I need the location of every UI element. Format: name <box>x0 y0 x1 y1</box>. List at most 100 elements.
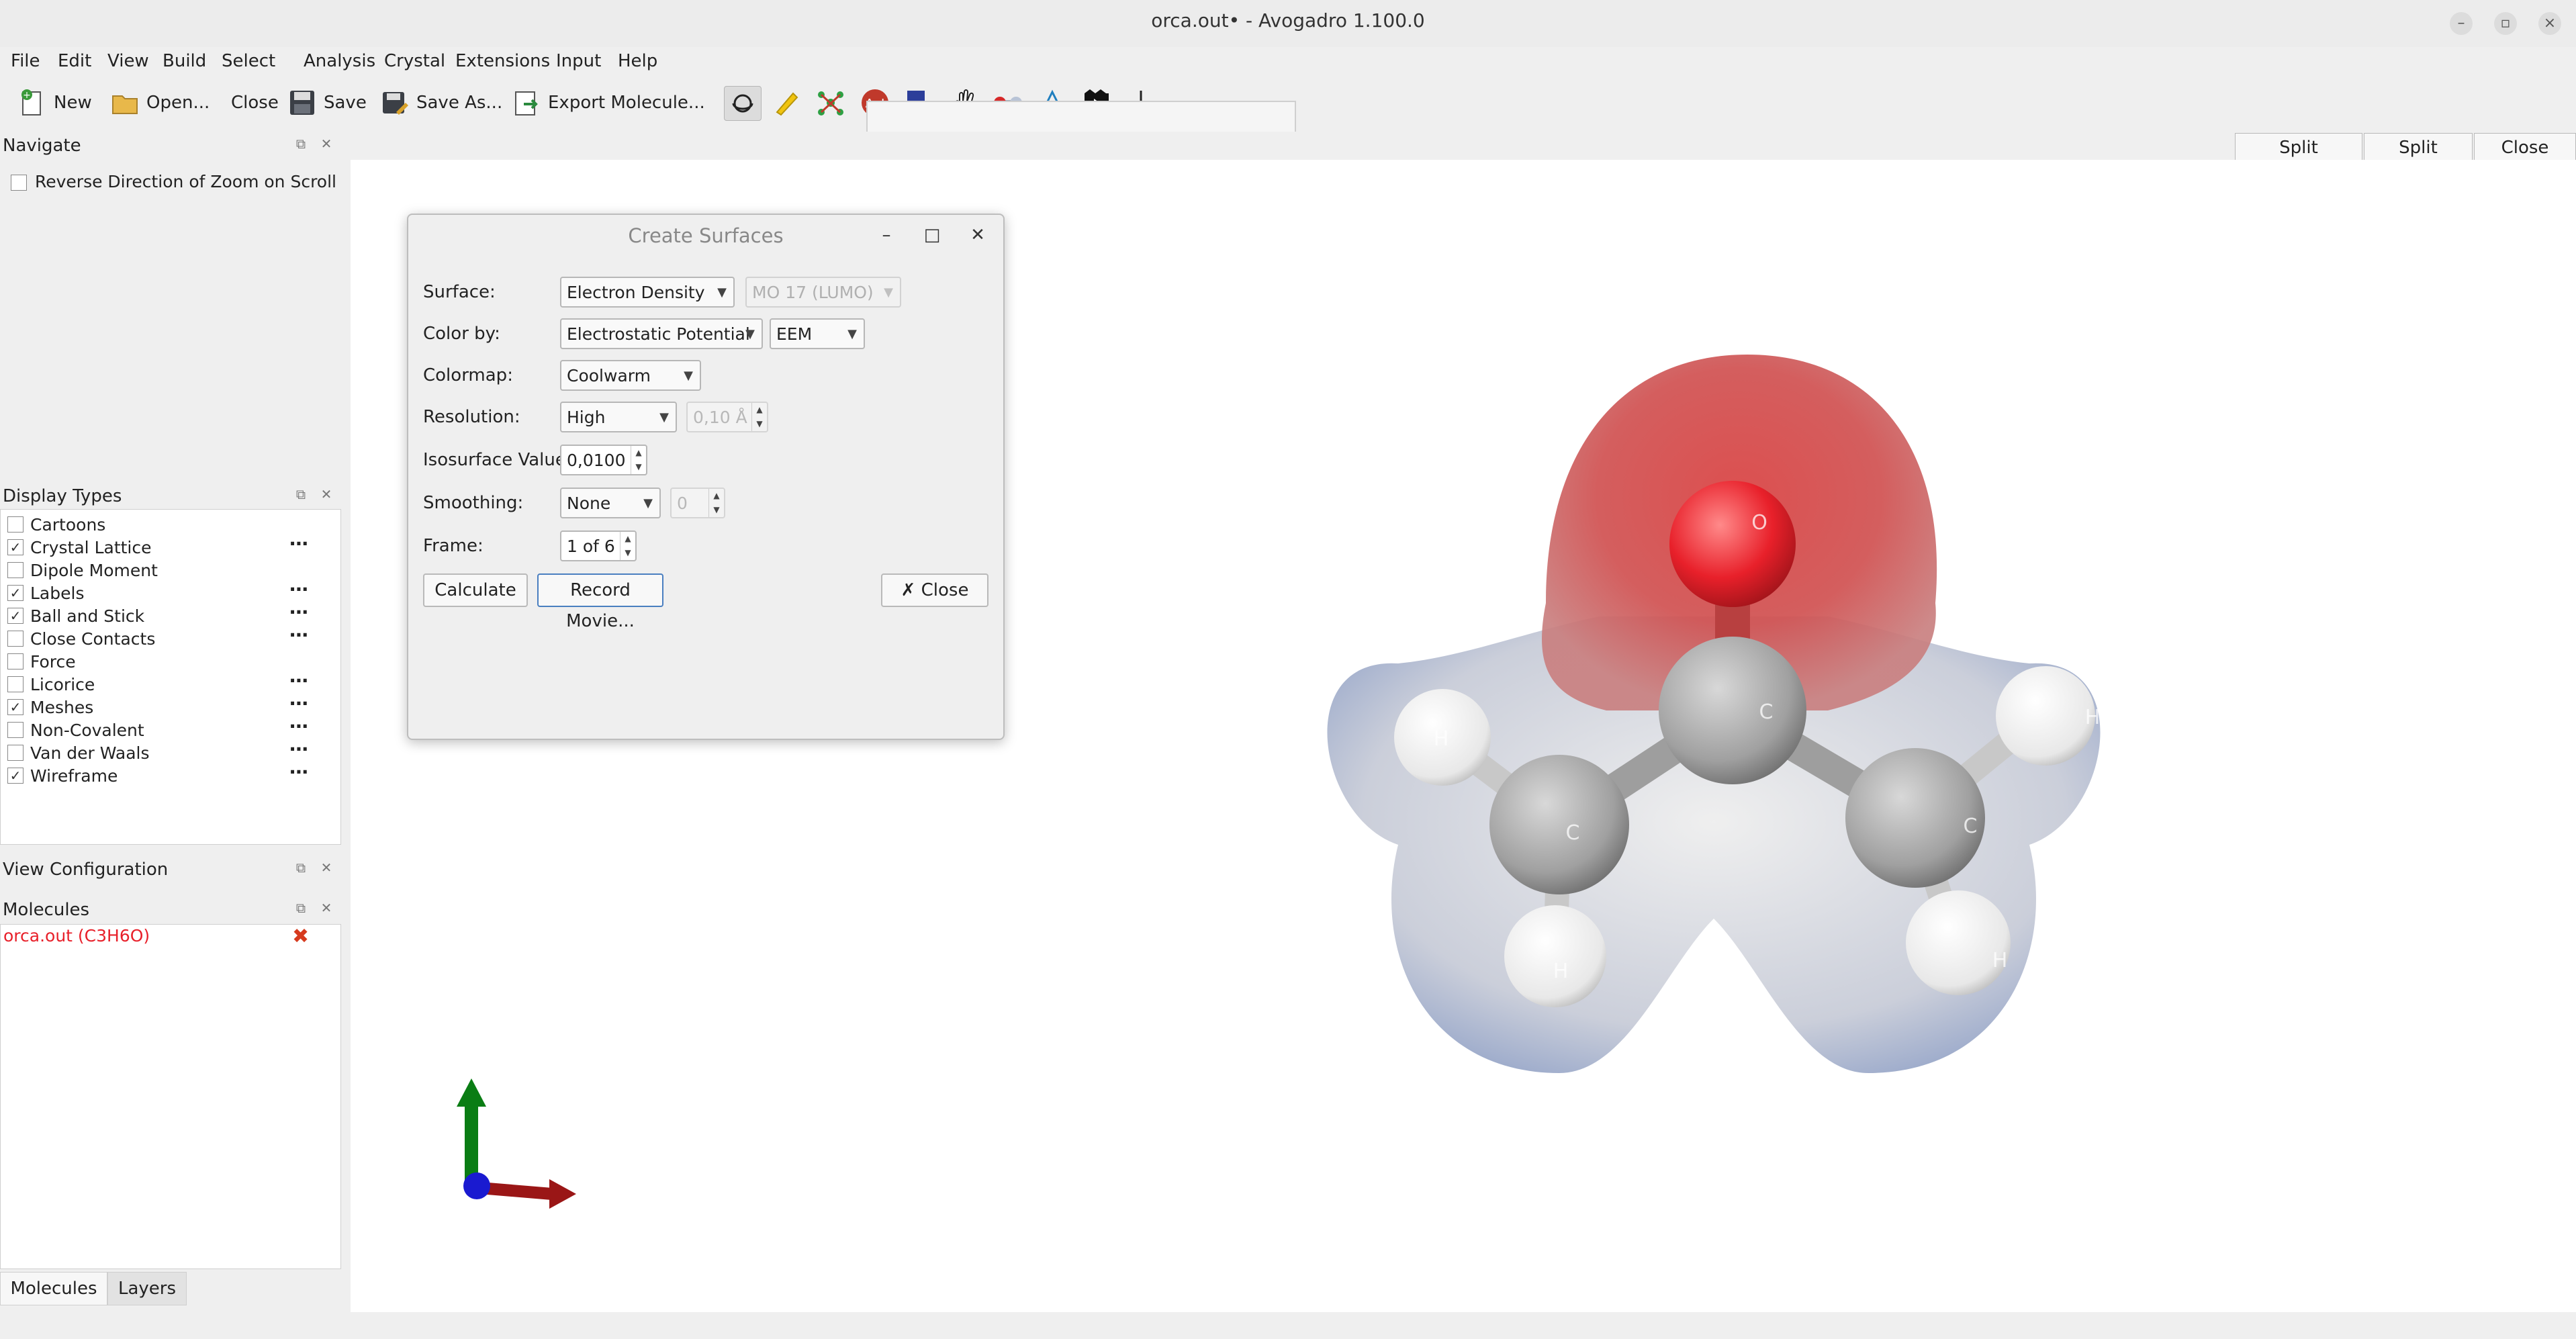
menu-view[interactable]: View <box>107 51 149 71</box>
open-button[interactable]: Open... <box>110 85 210 121</box>
molecules-header: Molecules ⧉ ✕ <box>0 896 341 923</box>
menu-analysis[interactable]: Analysis <box>304 51 375 71</box>
color-by-select[interactable]: Electrostatic Potential ▼ <box>560 318 763 349</box>
settings-icon[interactable]: ⋯ <box>289 601 309 623</box>
menu-input[interactable]: Input <box>556 51 601 71</box>
display-type-checkbox[interactable] <box>7 631 24 647</box>
molecules-list: orca.out (C3H6O) ✖ <box>0 924 341 1269</box>
frame-spinbox[interactable]: 1 of 6 ▲ ▼ <box>560 530 637 561</box>
window-close-button[interactable]: × <box>2538 12 2561 35</box>
restore-button[interactable]: ▫ <box>2494 12 2517 35</box>
display-type-checkbox[interactable]: ✓ <box>7 699 24 715</box>
split-horizontal-button[interactable]: Split Horizontal <box>2235 133 2362 186</box>
display-type-checkbox[interactable] <box>7 745 24 761</box>
atom-label-c-right: C <box>1964 815 1978 838</box>
menu-file[interactable]: File <box>11 51 40 71</box>
atom-h-left-bottom <box>1504 905 1606 1007</box>
settings-icon[interactable]: ⋯ <box>289 533 309 555</box>
menu-edit[interactable]: Edit <box>58 51 91 71</box>
display-type-checkbox[interactable]: ✓ <box>7 608 24 624</box>
float-icon[interactable]: ⧉ <box>293 860 309 876</box>
split-vertical-button[interactable]: Split Vertical <box>2364 133 2473 186</box>
display-type-checkbox[interactable] <box>7 562 24 578</box>
settings-icon[interactable]: ⋯ <box>289 670 309 692</box>
close-label: Close <box>231 93 279 113</box>
create-surfaces-dialog: Create Surfaces – □ ✕ Surface: Electron … <box>407 214 1005 740</box>
record-movie-button[interactable]: Record Movie... <box>537 573 663 631</box>
minimize-button[interactable]: – <box>2450 12 2473 35</box>
dialog-maximize-icon[interactable]: □ <box>920 223 944 247</box>
menu-build[interactable]: Build <box>163 51 206 71</box>
save-button[interactable]: Save <box>287 85 367 121</box>
color-method-select[interactable]: EEM ▼ <box>770 318 865 349</box>
display-type-checkbox[interactable]: ✓ <box>7 585 24 601</box>
atom-label-c-left: C <box>1566 821 1580 845</box>
window-title: orca.out• - Avogadro 1.100.0 <box>1151 9 1425 32</box>
float-icon[interactable]: ⧉ <box>293 486 309 502</box>
draw-tool-icon[interactable] <box>768 86 804 120</box>
dialog-close-button[interactable]: ✗ Close <box>881 573 988 607</box>
dialog-title: Create Surfaces <box>628 224 784 247</box>
save-as-button[interactable]: Save As... <box>380 85 502 121</box>
atom-h-right-bottom <box>1906 890 2011 995</box>
settings-icon[interactable]: ⋯ <box>289 761 309 783</box>
open-label: Open... <box>146 93 210 113</box>
title-bar: orca.out• - Avogadro 1.100.0 – ▫ × <box>0 0 2576 47</box>
display-type-checkbox[interactable] <box>7 516 24 533</box>
display-type-row[interactable]: ✓ Wireframe ⋯ <box>1 761 340 788</box>
settings-icon[interactable]: ⋯ <box>289 692 309 714</box>
tab-layers[interactable]: Layers <box>107 1272 187 1305</box>
settings-icon[interactable]: ⋯ <box>289 738 309 760</box>
smoothing-select[interactable]: None ▼ <box>560 488 661 518</box>
chevron-down-icon: ▼ <box>884 285 893 299</box>
display-type-checkbox[interactable] <box>7 653 24 670</box>
export-molecule-button[interactable]: Export Molecule... <box>512 85 705 121</box>
close-file-button[interactable]: Close <box>231 85 279 121</box>
menu-extensions[interactable]: Extensions <box>455 51 550 71</box>
display-type-label: Close Contacts <box>30 629 156 649</box>
close-icon[interactable]: ✕ <box>318 860 334 876</box>
display-type-checkbox[interactable] <box>7 722 24 738</box>
float-icon[interactable]: ⧉ <box>293 900 309 916</box>
settings-icon[interactable]: ⋯ <box>289 578 309 600</box>
smoothing-steps-spinbox: 0 ▲ ▼ <box>670 488 725 518</box>
menu-help[interactable]: Help <box>618 51 657 71</box>
tab-molecules[interactable]: Molecules <box>0 1272 107 1305</box>
surface-select[interactable]: Electron Density ▼ <box>560 277 735 308</box>
new-file-icon: + <box>21 89 41 116</box>
display-type-label: Meshes <box>30 698 94 717</box>
new-button[interactable]: + New <box>17 85 92 121</box>
display-type-row[interactable]: Close Contacts ⋯ <box>1 624 340 651</box>
display-type-checkbox[interactable]: ✓ <box>7 768 24 784</box>
menu-bar: File Edit View Build Select Analysis Cry… <box>0 47 2576 78</box>
view-configuration-title: View Configuration <box>3 860 169 880</box>
molecule-item[interactable]: orca.out (C3H6O) <box>3 926 150 945</box>
menu-crystal[interactable]: Crystal <box>384 51 445 71</box>
settings-icon[interactable]: ⋯ <box>289 624 309 646</box>
settings-icon[interactable]: ⋯ <box>289 715 309 737</box>
atom-c-center <box>1659 637 1806 784</box>
axes-indicator <box>457 1078 576 1209</box>
display-type-checkbox[interactable]: ✓ <box>7 539 24 555</box>
colormap-select[interactable]: Coolwarm ▼ <box>560 360 701 391</box>
display-type-row[interactable]: ✓ Crystal Lattice ⋯ <box>1 533 340 559</box>
display-type-label: Licorice <box>30 675 95 694</box>
export-icon <box>515 91 538 116</box>
close-view-button[interactable]: Close <box>2474 133 2576 163</box>
template-tool-icon[interactable] <box>813 86 849 120</box>
delete-molecule-icon[interactable]: ✖ <box>292 925 309 948</box>
dialog-close-icon[interactable]: ✕ <box>966 223 990 247</box>
resolution-select[interactable]: High ▼ <box>560 402 677 432</box>
close-icon[interactable]: ✕ <box>318 900 334 916</box>
isosurface-value-spinbox[interactable]: 0,0100 ▲ ▼ <box>560 445 647 475</box>
calculate-button[interactable]: Calculate <box>423 573 528 607</box>
float-icon[interactable]: ⧉ <box>293 136 309 152</box>
dialog-minimize-icon[interactable]: – <box>874 223 899 247</box>
reverse-zoom-checkbox[interactable] <box>11 175 27 191</box>
navigate-tool-icon[interactable] <box>724 86 762 121</box>
close-icon[interactable]: ✕ <box>318 136 334 152</box>
close-icon[interactable]: ✕ <box>318 486 334 502</box>
display-type-checkbox[interactable] <box>7 676 24 692</box>
menu-select[interactable]: Select <box>222 51 275 71</box>
display-type-label: Ball and Stick <box>30 606 145 626</box>
